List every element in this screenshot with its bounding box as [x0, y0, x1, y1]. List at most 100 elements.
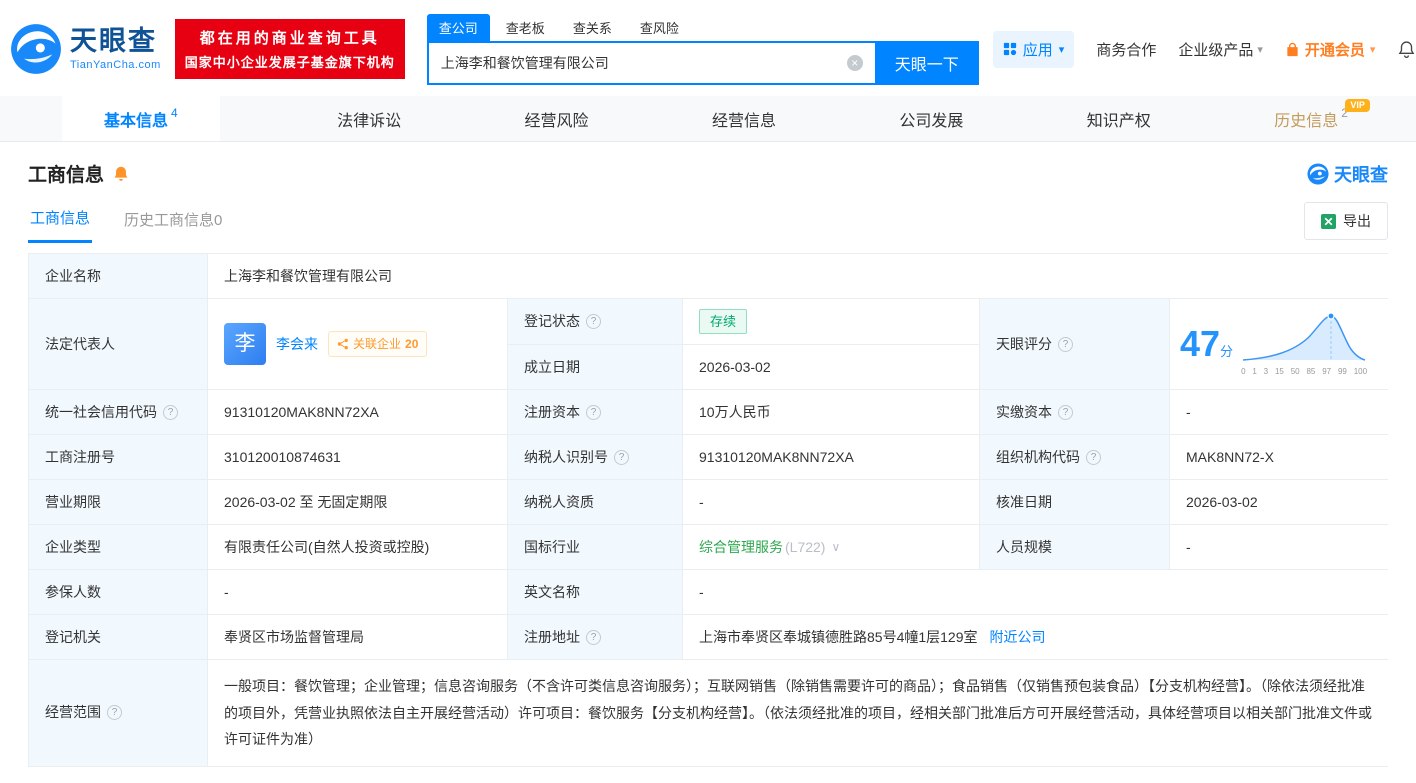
tab-operating-risk[interactable]: 经营风险: [519, 96, 595, 141]
help-icon[interactable]: ?: [586, 314, 601, 329]
taxpayer-quality-value: -: [682, 480, 979, 524]
subtab-business-info[interactable]: 工商信息: [28, 199, 92, 243]
search-tab-relation[interactable]: 查关系: [561, 14, 624, 41]
tab-legal-litigation-label: 法律诉讼: [337, 107, 401, 131]
chevron-down-icon: ▾: [1370, 43, 1376, 56]
alert-bell-icon[interactable]: [112, 165, 130, 183]
clear-icon[interactable]: ×: [847, 55, 863, 71]
score-axis-labels: 0131550859799100: [1241, 366, 1367, 378]
tab-operating-info[interactable]: 经营信息: [706, 96, 782, 141]
site-header: 天眼查 TianYanCha.com 都在用的商业查询工具 国家中小企业发展子基…: [0, 0, 1416, 96]
search-tab-boss[interactable]: 查老板: [494, 14, 557, 41]
export-button[interactable]: 导出: [1304, 202, 1388, 240]
taxpayer-id-value: 91310120MAK8NN72XA: [682, 435, 979, 479]
tab-basic-info[interactable]: 基本信息 4: [62, 96, 220, 141]
industry-value: 综合管理服务 (L722) ∨: [682, 525, 979, 569]
table-row: 登记机关 奉贤区市场监督管理局 注册地址? 上海市奉贤区奉城镇德胜路85号4幢1…: [29, 614, 1387, 659]
notifications-bell-icon[interactable]: [1397, 40, 1416, 59]
industry-label: 国标行业: [507, 525, 682, 569]
related-companies-badge[interactable]: 关联企业 20: [328, 331, 427, 357]
insured-count-value: -: [207, 570, 507, 614]
tab-company-development[interactable]: 公司发展: [893, 96, 969, 141]
main-content: 工商信息 天眼查 工商信息 历史工商信息0 导出: [0, 142, 1416, 767]
staff-size-value: -: [1169, 525, 1389, 569]
approval-date-value: 2026-03-02: [1169, 480, 1389, 524]
section-title-text: 工商信息: [28, 160, 104, 187]
tab-basic-info-label: 基本信息: [104, 107, 168, 131]
nav-cooperation[interactable]: 商务合作: [1096, 39, 1156, 60]
industry-name: 综合管理服务: [699, 537, 783, 558]
search-input[interactable]: [427, 41, 875, 85]
company-name-value: 上海李和餐饮管理有限公司: [207, 254, 1389, 298]
subtab-history-business-info[interactable]: 历史工商信息0: [122, 201, 224, 242]
apps-menu[interactable]: 应用 ▾: [993, 31, 1075, 68]
org-code-value: MAK8NN72-X: [1169, 435, 1389, 479]
tianyancha-watermark-icon: [1307, 163, 1329, 185]
score-number: 47分: [1180, 326, 1233, 362]
vip-bag-icon: [1285, 42, 1300, 57]
table-row: 统一社会信用代码? 91310120MAK8NN72XA 注册资本? 10万人民…: [29, 389, 1387, 434]
company-nav-tabs: 基本信息 4 法律诉讼 经营风险 经营信息 公司发展 知识产权 历史信息 2 V…: [0, 96, 1416, 142]
business-scope-label: 经营范围?: [29, 660, 207, 766]
tianyancha-logo[interactable]: 天眼查 TianYanCha.com: [10, 23, 161, 75]
vip-badge: VIP: [1345, 99, 1370, 112]
company-name-label: 企业名称: [29, 254, 207, 298]
org-code-label: 组织机构代码?: [979, 435, 1169, 479]
promo-banner-line1: 都在用的商业查询工具: [185, 27, 395, 48]
help-icon[interactable]: ?: [614, 450, 629, 465]
search-tab-risk[interactable]: 查风险: [628, 14, 691, 41]
help-icon[interactable]: ?: [586, 405, 601, 420]
help-icon[interactable]: ?: [107, 705, 122, 720]
tab-legal-litigation[interactable]: 法律诉讼: [331, 96, 407, 141]
tab-intellectual-property[interactable]: 知识产权: [1081, 96, 1157, 141]
related-companies-label: 关联企业: [353, 335, 401, 353]
business-scope-value: 一般项目：餐饮管理；企业管理；信息咨询服务（不含许可类信息咨询服务）；互联网销售…: [207, 660, 1389, 766]
help-icon[interactable]: ?: [163, 405, 178, 420]
score-label: 天眼评分 ?: [979, 299, 1169, 389]
tab-operating-risk-label: 经营风险: [525, 107, 589, 131]
table-row: 营业期限 2026-03-02 至 无固定期限 纳税人资质 - 核准日期 202…: [29, 479, 1387, 524]
paid-capital-value: -: [1169, 390, 1389, 434]
promo-banner: 都在用的商业查询工具 国家中小企业发展子基金旗下机构: [175, 19, 405, 79]
credit-code-label: 统一社会信用代码?: [29, 390, 207, 434]
approval-date-label: 核准日期: [979, 480, 1169, 524]
chevron-down-icon[interactable]: ∨: [831, 538, 840, 556]
help-icon[interactable]: ?: [1058, 405, 1073, 420]
table-row: 参保人数 - 英文名称 -: [29, 569, 1387, 614]
apps-menu-label: 应用: [1023, 39, 1053, 60]
search-input-wrap: ×: [427, 41, 875, 85]
business-term-label: 营业期限: [29, 480, 207, 524]
vip-upgrade-button[interactable]: 开通会员 ▾: [1285, 39, 1376, 60]
subtab-row: 工商信息 历史工商信息0 导出: [0, 189, 1416, 243]
legal-rep-name-link[interactable]: 李会来: [276, 334, 318, 355]
search-tab-company[interactable]: 查公司: [427, 14, 490, 41]
related-companies-count: 20: [405, 335, 418, 353]
search-button[interactable]: 天眼一下: [875, 41, 979, 85]
tab-intellectual-property-label: 知识产权: [1087, 107, 1151, 131]
score-distribution-chart: 0131550859799100: [1241, 310, 1367, 378]
network-icon: [337, 338, 349, 350]
nav-enterprise[interactable]: 企业级产品 ▾: [1178, 39, 1263, 60]
tab-operating-info-label: 经营信息: [712, 107, 776, 131]
reg-authority-label: 登记机关: [29, 615, 207, 659]
help-icon[interactable]: ?: [1058, 337, 1073, 352]
apps-grid-icon: [1003, 42, 1017, 56]
vip-upgrade-label: 开通会员: [1305, 39, 1365, 60]
company-type-label: 企业类型: [29, 525, 207, 569]
table-row: 企业名称 上海李和餐饮管理有限公司: [29, 254, 1387, 298]
help-icon[interactable]: ?: [1086, 450, 1101, 465]
reg-status-label: 登记状态 ?: [507, 299, 682, 344]
logo-domain-text: TianYanCha.com: [70, 59, 161, 71]
insured-count-label: 参保人数: [29, 570, 207, 614]
reg-capital-label: 注册资本?: [507, 390, 682, 434]
nearby-companies-link[interactable]: 附近公司: [990, 627, 1046, 648]
reg-address-value: 上海市奉贤区奉城镇德胜路85号4幢1层129室 附近公司: [682, 615, 1389, 659]
staff-size-label: 人员规模: [979, 525, 1169, 569]
english-name-label: 英文名称: [507, 570, 682, 614]
score-value: 47分 0131550859799100: [1169, 299, 1389, 389]
tab-history-info[interactable]: 历史信息 2 VIP: [1268, 96, 1354, 141]
english-name-value: -: [682, 570, 1389, 614]
legal-rep-avatar[interactable]: 李: [224, 323, 266, 365]
help-icon[interactable]: ?: [586, 630, 601, 645]
promo-banner-line2: 国家中小企业发展子基金旗下机构: [185, 52, 395, 71]
